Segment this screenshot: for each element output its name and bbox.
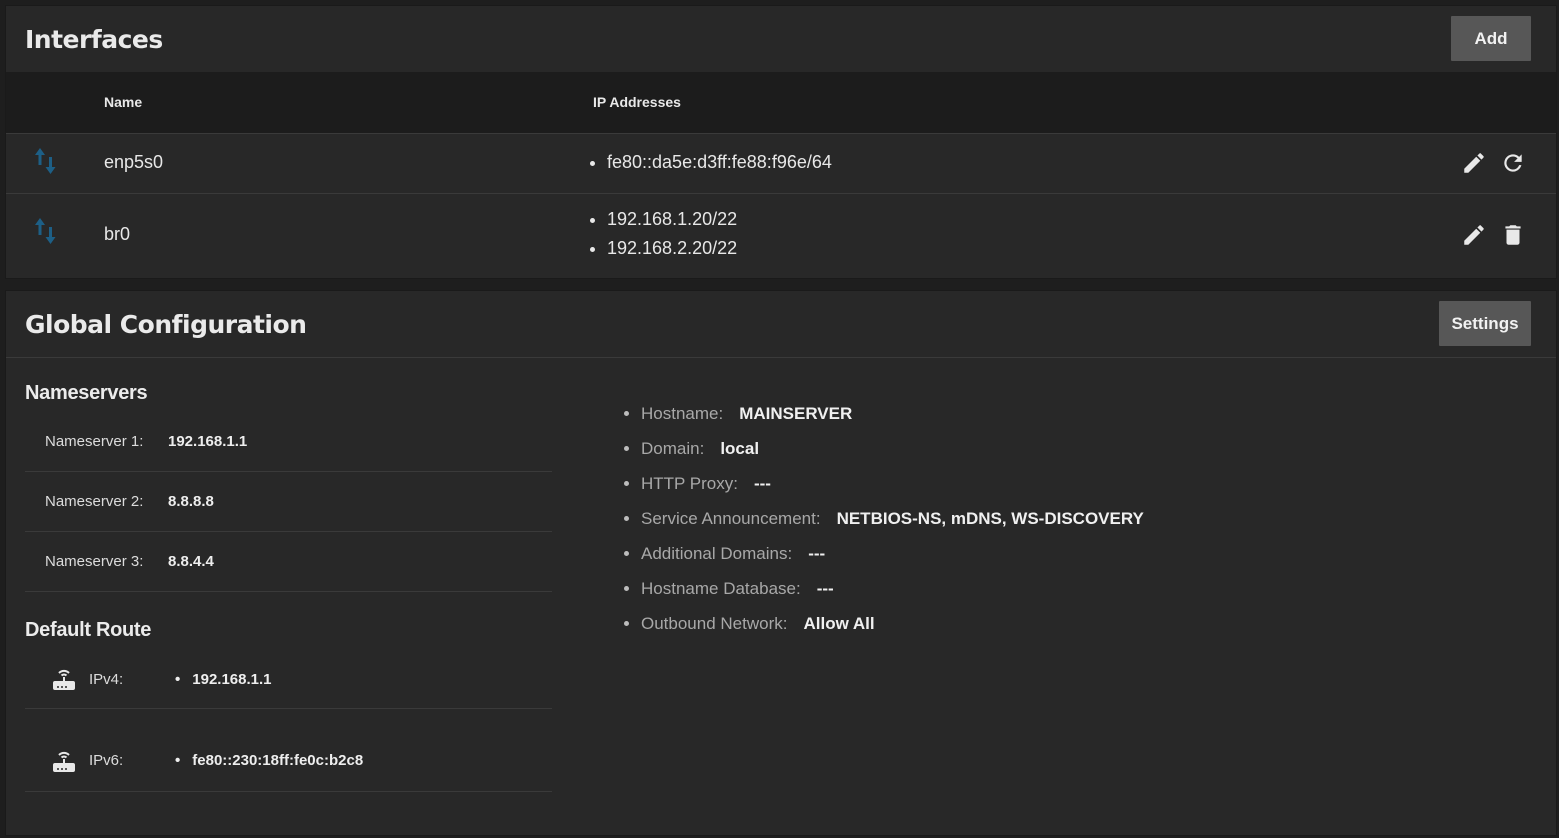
add-interface-button[interactable]: Add — [1451, 16, 1531, 61]
property-value: local — [720, 439, 760, 458]
global-configuration-card: Global Configuration Settings Nameserver… — [5, 290, 1557, 836]
edit-icon[interactable] — [1461, 222, 1487, 248]
property-http-proxy: HTTP Proxy: --- — [641, 466, 1144, 501]
interfaces-title: Interfaces — [25, 25, 163, 54]
interface-name: enp5s0 — [104, 152, 164, 172]
ip-address: fe80::da5e:d3ff:fe88:f96e/64 — [607, 148, 832, 177]
edit-icon[interactable] — [1461, 150, 1487, 176]
property-label: Service Announcement: — [641, 509, 821, 528]
property-value: Allow All — [803, 614, 875, 633]
refresh-icon[interactable] — [1500, 150, 1526, 176]
ip-address: 192.168.2.20/22 — [607, 234, 737, 263]
nameserver-value: 8.8.4.4 — [168, 553, 214, 570]
property-domain: Domain: local — [641, 431, 1144, 466]
column-header-name[interactable]: Name — [104, 94, 142, 110]
property-value: NETBIOS-NS, mDNS, WS-DISCOVERY — [836, 509, 1144, 528]
ip-address-list: 192.168.1.20/22 192.168.2.20/22 — [589, 205, 737, 263]
column-header-ip-addresses[interactable]: IP Addresses — [593, 94, 681, 110]
route-value: fe80::230:18ff:fe0c:b2c8 — [175, 752, 363, 769]
table-row: enp5s0 fe80::da5e:d3ff:fe88:f96e/64 — [6, 133, 1556, 194]
route-row: IPv6: fe80::230:18ff:fe0c:b2c8 — [25, 709, 552, 792]
interface-name: br0 — [104, 224, 131, 244]
property-label: HTTP Proxy: — [641, 474, 738, 493]
nameserver-value: 8.8.8.8 — [168, 493, 214, 510]
property-label: Hostname Database: — [641, 579, 801, 598]
interfaces-header: Interfaces Add — [6, 6, 1556, 73]
property-label: Hostname: — [641, 404, 724, 423]
ip-address: 192.168.1.20/22 — [607, 205, 737, 234]
route-label: IPv4: — [89, 671, 124, 688]
network-arrows-icon — [35, 148, 56, 174]
router-icon — [53, 669, 75, 690]
route-label: IPv6: — [89, 752, 124, 769]
property-label: Additional Domains: — [641, 544, 793, 563]
property-value: --- — [753, 474, 771, 493]
property-label: Domain: — [641, 439, 705, 458]
global-configuration-title: Global Configuration — [25, 310, 307, 339]
interfaces-card: Interfaces Add Name IP Addresses enp5s0 … — [5, 5, 1557, 279]
nameserver-label: Nameserver 1: — [45, 433, 144, 450]
interfaces-table-header: Name IP Addresses — [6, 72, 1556, 133]
route-row: IPv4: 192.168.1.1 — [25, 651, 552, 709]
nameserver-label: Nameserver 2: — [45, 493, 144, 510]
nameservers-title: Nameservers — [25, 382, 148, 404]
property-value: MAINSERVER — [739, 404, 853, 423]
network-arrows-icon — [35, 218, 56, 244]
property-service-announcement: Service Announcement: NETBIOS-NS, mDNS, W… — [641, 501, 1144, 536]
property-value: --- — [808, 544, 826, 563]
nameserver-row: Nameserver 2: 8.8.8.8 — [25, 471, 552, 532]
property-label: Outbound Network: — [641, 614, 788, 633]
property-value: --- — [816, 579, 834, 598]
global-configuration-header: Global Configuration Settings — [6, 291, 1556, 358]
nameserver-value: 192.168.1.1 — [168, 433, 248, 450]
property-hostname: Hostname: MAINSERVER — [641, 396, 1144, 431]
router-icon — [53, 751, 75, 772]
global-properties-list: Hostname: MAINSERVER Domain: local HTTP Pr… — [623, 396, 1144, 641]
delete-icon[interactable] — [1500, 222, 1526, 248]
property-outbound-network: Outbound Network: Allow All — [641, 606, 1144, 641]
nameserver-label: Nameserver 3: — [45, 553, 144, 570]
property-hostname-database: Hostname Database: --- — [641, 571, 1144, 606]
route-value: 192.168.1.1 — [175, 671, 271, 688]
ip-address-list: fe80::da5e:d3ff:fe88:f96e/64 — [589, 148, 832, 177]
property-additional-domains: Additional Domains: --- — [641, 536, 1144, 571]
nameserver-row: Nameserver 1: 192.168.1.1 — [25, 411, 552, 472]
default-route-title: Default Route — [25, 619, 152, 641]
settings-button[interactable]: Settings — [1439, 301, 1531, 346]
nameserver-row: Nameserver 3: 8.8.4.4 — [25, 531, 552, 592]
table-row: br0 192.168.1.20/22 192.168.2.20/22 — [6, 193, 1556, 278]
